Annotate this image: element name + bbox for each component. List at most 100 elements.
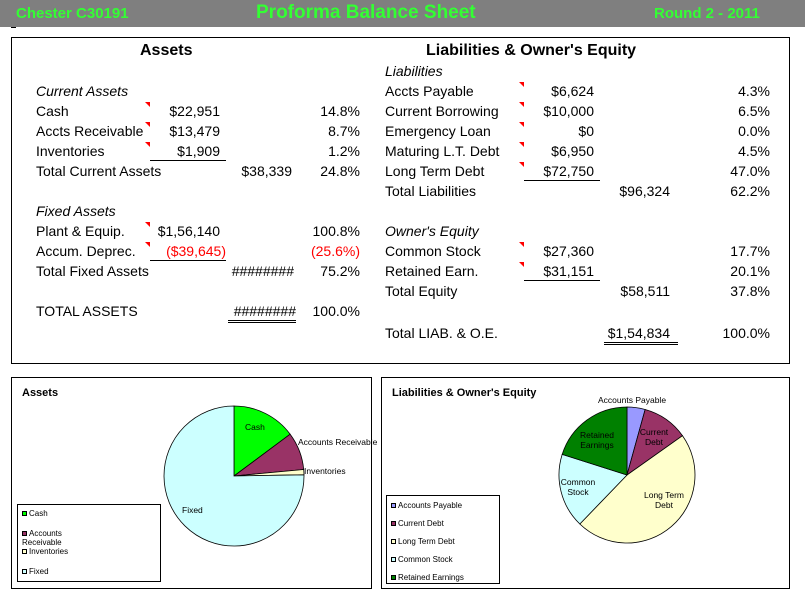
legend-label: Long Term Debt: [398, 537, 455, 546]
common-stock-label: Common Stock: [385, 243, 481, 259]
longterm-label: Long Term Debt: [385, 163, 485, 179]
legend-label: Retained Earnings: [398, 573, 464, 582]
legend-label: Accounts Payable: [398, 501, 463, 510]
retained-pct: 20.1%: [730, 263, 770, 279]
legend-item: Accounts Receivable: [22, 529, 82, 547]
pie-label-longterm-debt: Long Term Debt: [643, 490, 684, 510]
pie-label-receivable: Accounts Receivable: [298, 437, 378, 447]
assets-chart-panel: Assets Cash Accounts Receivable Inventor…: [11, 377, 377, 589]
receivable-value: $13,479: [169, 123, 220, 139]
owners-equity-heading: Owner's Equity: [385, 223, 479, 239]
cash-pct: 14.8%: [320, 103, 360, 119]
company-name: Chester C30191: [16, 5, 129, 22]
assets-heading: Assets: [140, 42, 193, 59]
legend-item: Long Term Debt: [391, 537, 455, 546]
legend-label: Common Stock: [398, 555, 453, 564]
round-label: Round 2 - 2011: [654, 5, 760, 22]
legend-swatch: [22, 569, 27, 574]
fixed-assets-heading: Fixed Assets: [36, 203, 116, 219]
total-equity-value: $58,511: [620, 283, 670, 299]
cash-value: $22,951: [169, 103, 220, 119]
retained-label: Retained Earn.: [385, 263, 479, 279]
liabilities-subheading: Liabilities: [385, 63, 443, 79]
common-stock-pct: 17.7%: [730, 243, 770, 259]
total-fixed-assets-value: ########: [231, 263, 294, 279]
emergency-label: Emergency Loan: [385, 123, 491, 139]
pie-label-common-stock: Common Stock: [560, 477, 596, 497]
borrowing-pct: 6.5%: [738, 103, 770, 119]
legend-swatch: [391, 557, 396, 562]
total-liab-oe-value: $1,54,834: [604, 325, 678, 345]
legend-item: Current Debt: [391, 519, 444, 528]
total-equity-pct: 37.8%: [730, 283, 770, 299]
assets-legend: Cash Accounts Receivable Inventories Fix…: [17, 504, 161, 582]
total-liabilities-pct: 62.2%: [730, 183, 770, 199]
legend-label: Current Debt: [398, 519, 444, 528]
legend-swatch: [391, 503, 396, 508]
longterm-value: $72,750: [524, 163, 600, 181]
total-assets-label: TOTAL ASSETS: [36, 303, 138, 319]
emergency-pct: 0.0%: [738, 123, 770, 139]
legend-item: Accounts Payable: [391, 501, 462, 510]
legend-swatch: [391, 539, 396, 544]
liabilities-legend: Accounts Payable Current Debt Long Term …: [386, 495, 500, 584]
common-stock-value: $27,360: [543, 243, 594, 259]
page-title: Proforma Balance Sheet: [256, 2, 476, 23]
inventories-label: Inventories: [36, 143, 105, 159]
legend-label: Inventories: [29, 547, 69, 556]
total-liabilities-value: $96,324: [619, 183, 670, 199]
total-assets-pct: 100.0%: [312, 303, 360, 319]
legend-item: Inventories: [22, 547, 68, 556]
liabilities-chart-panel: Liabilities & Owner's Equity Accounts Pa…: [381, 377, 790, 589]
legend-label: Accounts Receivable: [22, 529, 62, 547]
total-equity-label: Total Equity: [385, 283, 458, 299]
cash-label: Cash: [36, 103, 69, 119]
maturing-value: $6,950: [551, 143, 594, 159]
legend-swatch: [391, 575, 396, 580]
plant-value: $1,56,140: [157, 223, 220, 239]
inventories-pct: 1.2%: [328, 143, 360, 159]
payable-value: $6,624: [551, 83, 594, 99]
total-current-assets-value: $38,339: [241, 163, 292, 179]
borrowing-label: Current Borrowing: [385, 103, 499, 119]
total-liab-oe-label: Total LIAB. & O.E.: [385, 325, 498, 341]
plant-pct: 100.8%: [312, 223, 360, 239]
legend-swatch: [391, 521, 396, 526]
total-fixed-assets-pct: 75.2%: [320, 263, 360, 279]
receivable-pct: 8.7%: [328, 123, 360, 139]
liabilities-heading: Liabilities & Owner's Equity: [426, 42, 637, 59]
total-current-assets-label: Total Current Assets: [36, 163, 162, 179]
borrowing-value: $10,000: [543, 103, 594, 119]
legend-swatch: [22, 531, 27, 536]
legend-label: Cash: [29, 509, 48, 518]
balance-sheet-panel: Assets Current Assets Cash $22,951 14.8%…: [11, 37, 790, 364]
plant-label: Plant & Equip.: [36, 223, 125, 239]
legend-item: Cash: [22, 509, 48, 518]
maturing-label: Maturing L.T. Debt: [385, 143, 500, 159]
emergency-value: $0: [578, 123, 594, 139]
total-fixed-assets-label: Total Fixed Assets: [36, 263, 149, 279]
total-current-assets-pct: 24.8%: [320, 163, 360, 179]
legend-swatch: [22, 511, 27, 516]
legend-item: Retained Earnings: [391, 573, 464, 582]
pie-label-fixed: Fixed: [182, 505, 203, 515]
maturing-pct: 4.5%: [738, 143, 770, 159]
deprec-value: ($39,645): [150, 243, 226, 261]
total-assets-value: ########: [228, 303, 296, 323]
retained-value: $31,151: [524, 263, 600, 281]
longterm-pct: 47.0%: [730, 163, 770, 179]
deprec-pct: (25.6%): [310, 243, 360, 259]
inventories-value: $1,909: [150, 143, 226, 161]
payable-pct: 4.3%: [738, 83, 770, 99]
pie-label-cash: Cash: [245, 422, 265, 432]
total-liab-oe-pct: 100.0%: [722, 325, 770, 341]
legend-item: Common Stock: [391, 555, 453, 564]
pie-label-retained: Retained Earnings: [579, 430, 615, 450]
receivable-label: Accts Receivable: [36, 123, 144, 139]
deprec-label: Accum. Deprec.: [36, 243, 136, 259]
total-liabilities-label: Total Liabilities: [385, 183, 477, 199]
current-assets-heading: Current Assets: [36, 83, 129, 99]
header-tick: [11, 27, 16, 28]
title-bar: Chester C30191 Proforma Balance Sheet Ro…: [0, 0, 805, 27]
pie-label-inventories: Inventories: [304, 466, 346, 476]
